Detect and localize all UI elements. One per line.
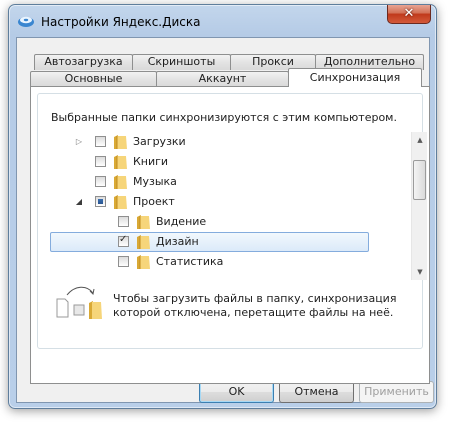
tab-screenshots[interactable]: Скриншоты	[132, 54, 231, 70]
folder-icon	[137, 235, 150, 249]
tab-autoupload[interactable]: Автозагрузка	[34, 54, 133, 70]
checkbox-downloads[interactable]	[95, 136, 106, 147]
sync-group-box: Выбранные папки синхронизируются с этим …	[37, 93, 427, 349]
scroll-thumb[interactable]	[413, 160, 426, 200]
sync-tab-panel: Выбранные папки синхронизируются с этим …	[30, 86, 430, 384]
tab-sync[interactable]: Синхронизация	[288, 68, 422, 87]
checkbox-books[interactable]	[95, 156, 106, 167]
tree-row-downloads[interactable]: ▷ Загрузки	[71, 132, 416, 152]
close-button[interactable]: ✕	[387, 5, 431, 24]
folder-icon	[114, 175, 127, 189]
apply-button[interactable]: Применить	[359, 381, 434, 403]
settings-window: Настройки Яндекс.Диска ✕ Автозагрузка Ск…	[8, 4, 437, 409]
tree-row-design[interactable]: Дизайн	[50, 232, 369, 252]
sync-description: Выбранные папки синхронизируются с этим …	[51, 111, 397, 124]
yandex-disk-icon	[18, 16, 34, 27]
tree-row-project[interactable]: ◢ Проект	[71, 192, 416, 212]
folder-icon	[114, 155, 127, 169]
folder-label: Музыка	[133, 175, 177, 188]
tree-row-books[interactable]: Книги	[71, 152, 416, 172]
folder-label: Видение	[156, 215, 207, 228]
tab-account[interactable]: Аккаунт	[156, 71, 289, 87]
collapse-arrow-icon[interactable]: ◢	[75, 198, 83, 206]
folder-label: Книги	[133, 155, 169, 168]
folder-label: Статистика	[156, 255, 224, 268]
tab-general[interactable]: Основные	[30, 71, 157, 87]
tree-row-music[interactable]: Музыка	[71, 172, 416, 192]
tree-row-statistics[interactable]: Статистика	[71, 252, 416, 272]
folder-label: Дизайн	[156, 235, 199, 248]
folder-icon	[137, 215, 150, 229]
folder-open-icon	[114, 195, 127, 209]
expand-arrow-icon[interactable]: ▷	[75, 138, 83, 146]
folder-label: Загрузки	[133, 135, 186, 148]
folder-icon	[114, 135, 127, 149]
checkbox-music[interactable]	[95, 176, 106, 187]
folder-icon	[137, 255, 150, 269]
checkbox-vision[interactable]	[118, 216, 129, 227]
scroll-up-arrow-icon[interactable]: ▲	[412, 132, 428, 148]
drag-hint-text: Чтобы загрузить файлы в папку, синхрониз…	[113, 292, 397, 319]
cancel-button[interactable]: Отмена	[279, 381, 354, 403]
window-title: Настройки Яндекс.Диска	[41, 15, 201, 29]
checkbox-design[interactable]	[118, 234, 129, 247]
close-icon: ✕	[403, 6, 415, 21]
tree-row-vision[interactable]: Видение	[71, 212, 416, 232]
folder-tree[interactable]: ▷ Загрузки Книги Музыка ◢ Проект Видение…	[50, 132, 427, 280]
drag-files-icon	[56, 286, 102, 319]
checkbox-statistics[interactable]	[118, 256, 129, 267]
tree-scrollbar[interactable]: ▲ ▼	[411, 132, 427, 280]
folder-label: Проект	[133, 195, 175, 208]
ok-button[interactable]: OK	[199, 381, 274, 403]
checkbox-project[interactable]	[95, 196, 106, 207]
scroll-down-arrow-icon[interactable]: ▼	[412, 264, 428, 280]
dialog-client-area: Автозагрузка Скриншоты Прокси Дополнител…	[16, 37, 434, 403]
